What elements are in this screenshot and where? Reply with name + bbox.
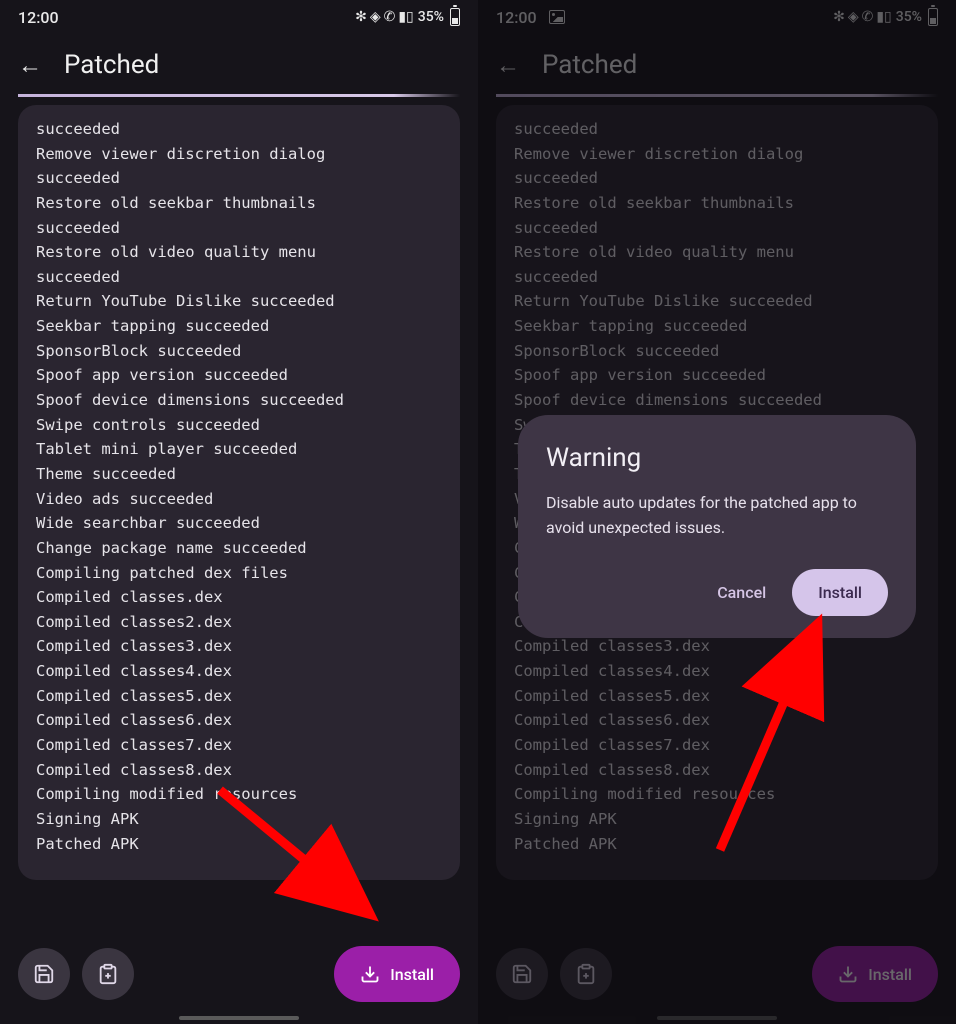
log-line: Compiled classes.dex: [36, 585, 442, 610]
battery-percent: 35%: [418, 9, 444, 25]
progress-bar: [18, 94, 460, 97]
log-line: Spoof app version succeeded: [36, 363, 442, 388]
log-line: Restore old video quality menu: [36, 240, 442, 265]
log-line: Spoof device dimensions succeeded: [36, 388, 442, 413]
log-line: SponsorBlock succeeded: [36, 339, 442, 364]
log-line: Swipe controls succeeded: [36, 413, 442, 438]
log-line: Compiled classes2.dex: [36, 610, 442, 635]
dialog-actions: Cancel Install: [546, 569, 888, 616]
log-line: succeeded: [36, 265, 442, 290]
patch-log[interactable]: succeededRemove viewer discretion dialog…: [18, 105, 460, 880]
log-line: Restore old seekbar thumbnails: [36, 191, 442, 216]
log-line: Compiled classes8.dex: [36, 758, 442, 783]
back-arrow-icon[interactable]: ←: [18, 51, 42, 80]
log-line: succeeded: [36, 117, 442, 142]
dialog-cancel-button[interactable]: Cancel: [709, 571, 774, 614]
screenshot-right: 12:00 ✻ ◈ ✆ ▮▯ 35% ← Patched succeededRe…: [478, 0, 956, 1024]
log-line: succeeded: [36, 166, 442, 191]
log-line: succeeded: [36, 216, 442, 241]
screenshot-left: 12:00 ✻ ◈ ✆ ▮▯ 35% ← Patched succeededRe…: [0, 0, 478, 1024]
log-line: Compiled classes5.dex: [36, 684, 442, 709]
page-title: Patched: [64, 50, 159, 80]
app-header: ← Patched: [0, 34, 478, 94]
status-time: 12:00: [18, 8, 59, 27]
download-icon: [360, 964, 380, 984]
signal-icon: ▮▯: [398, 9, 413, 25]
wifi-icon: ◈: [370, 9, 381, 25]
dialog-title: Warning: [546, 443, 888, 473]
status-bar: 12:00 ✻ ◈ ✆ ▮▯ 35%: [0, 0, 478, 34]
log-line: Wide searchbar succeeded: [36, 511, 442, 536]
bottom-action-bar: Install: [0, 946, 478, 1002]
log-line: Theme succeeded: [36, 462, 442, 487]
warning-dialog: Warning Disable auto updates for the pat…: [518, 415, 916, 638]
log-line: Compiled classes4.dex: [36, 659, 442, 684]
log-line: Compiling modified resources: [36, 782, 442, 807]
log-line: Signing APK: [36, 807, 442, 832]
battery-icon: [450, 8, 460, 26]
save-button[interactable]: [18, 948, 70, 1000]
log-line: Patched APK: [36, 832, 442, 857]
dialog-body: Disable auto updates for the patched app…: [546, 491, 888, 541]
copy-log-button[interactable]: [82, 948, 134, 1000]
dialog-install-button[interactable]: Install: [792, 569, 888, 616]
nav-handle[interactable]: [179, 1016, 299, 1020]
log-line: Video ads succeeded: [36, 487, 442, 512]
install-button-label: Install: [390, 965, 434, 984]
log-line: Tablet mini player succeeded: [36, 437, 442, 462]
log-line: Compiled classes3.dex: [36, 634, 442, 659]
log-line: Compiling patched dex files: [36, 561, 442, 586]
log-line: Change package name succeeded: [36, 536, 442, 561]
log-line: Compiled classes6.dex: [36, 708, 442, 733]
log-line: Compiled classes7.dex: [36, 733, 442, 758]
install-button[interactable]: Install: [334, 946, 460, 1002]
log-line: Remove viewer discretion dialog: [36, 142, 442, 167]
status-icons: ✻ ◈ ✆ ▮▯: [355, 9, 414, 25]
log-line: Return YouTube Dislike succeeded: [36, 289, 442, 314]
call-icon: ✆: [384, 9, 396, 25]
log-line: Seekbar tapping succeeded: [36, 314, 442, 339]
bluetooth-icon: ✻: [355, 9, 367, 25]
